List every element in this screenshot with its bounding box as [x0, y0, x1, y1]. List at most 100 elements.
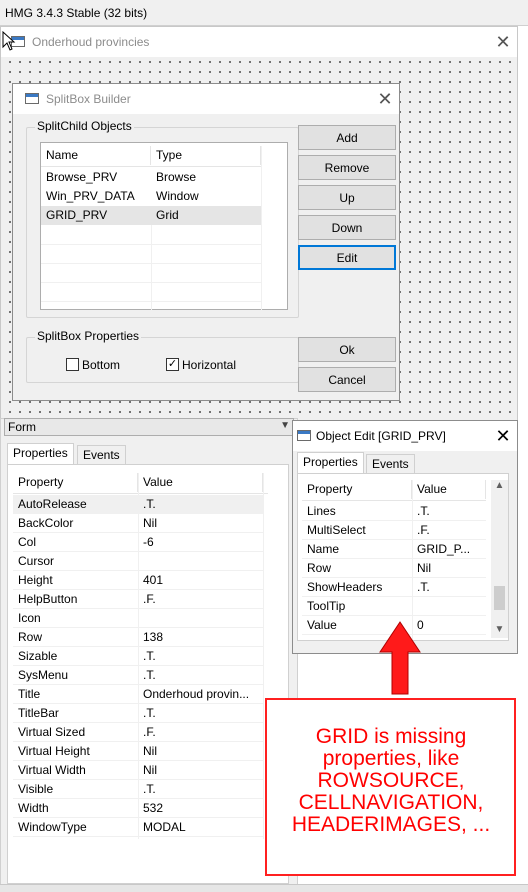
property-value[interactable] [138, 552, 263, 571]
add-button[interactable]: Add [298, 125, 396, 150]
item-name: Browse_PRV [46, 170, 118, 184]
app-title: HMG 3.4.3 Stable (32 bits) [5, 6, 148, 20]
property-name: Visible [18, 782, 54, 796]
up-button[interactable]: Up [298, 185, 396, 210]
tab-properties[interactable]: Properties [297, 452, 364, 474]
bottom-checkbox[interactable] [66, 358, 79, 371]
close-icon[interactable]: ✕ [491, 31, 515, 53]
ok-button[interactable]: Ok [298, 337, 396, 362]
remove-button[interactable]: Remove [298, 155, 396, 180]
object-combo[interactable]: Form ▼ [4, 418, 294, 436]
property-value[interactable]: Nil [138, 742, 263, 761]
object-combo-value: Form [8, 420, 36, 434]
window-icon [297, 430, 311, 441]
splitchild-list[interactable]: Name Type Browse_PRV Browse Win_PRV_DATA… [40, 142, 288, 311]
property-value[interactable]: Nil [138, 761, 263, 780]
down-button[interactable]: Down [298, 215, 396, 240]
property-value[interactable]: Onderhoud provin... [138, 685, 263, 704]
scrollbar-thumb[interactable] [494, 586, 505, 610]
form-property-grid[interactable]: Property Value AutoRelease .T. BackColor Ni… [7, 464, 289, 884]
close-icon[interactable]: ✕ [491, 425, 515, 447]
property-grid-header: Property Value [13, 473, 268, 494]
header-property[interactable]: Property [302, 480, 412, 499]
header-value[interactable]: Value [138, 473, 263, 492]
property-value[interactable]: 0 [412, 616, 486, 635]
header-name[interactable]: Name [41, 146, 151, 165]
horizontal-label[interactable]: Horizontal [182, 358, 236, 372]
splitbox-builder-dialog[interactable]: SplitBox Builder ✕ SplitChild Objects Na… [12, 83, 400, 401]
property-name: Width [18, 801, 49, 815]
property-value[interactable]: .F. [412, 521, 486, 540]
form-window-titlebar[interactable]: Onderhoud provincies ✕ [1, 27, 517, 57]
close-icon[interactable]: ✕ [373, 88, 397, 110]
header-property[interactable]: Property [13, 473, 138, 492]
property-value[interactable]: 138 [138, 628, 263, 647]
property-name: Lines [307, 504, 336, 518]
property-value[interactable]: .T. [138, 495, 263, 514]
object-edit-titlebar[interactable]: Object Edit [GRID_PRV] ✕ [293, 421, 517, 451]
property-name: WindowType [18, 820, 87, 834]
property-value[interactable]: .T. [412, 502, 486, 521]
property-value[interactable] [412, 597, 486, 616]
tab-events[interactable]: Events [77, 445, 126, 465]
property-value[interactable] [138, 609, 263, 628]
scroll-down-icon[interactable]: ▼ [491, 624, 508, 635]
property-name: TitleBar [18, 706, 59, 720]
property-value[interactable]: -6 [138, 533, 263, 552]
property-grid-header: Property Value [302, 480, 486, 501]
list-header: Name Type [41, 146, 261, 167]
list-item[interactable]: Browse_PRV Browse [41, 168, 261, 187]
property-row[interactable]: ShowHeaders .T. [302, 578, 486, 597]
splitbox-titlebar[interactable]: SplitBox Builder ✕ [13, 84, 399, 114]
mouse-cursor-icon [2, 31, 16, 51]
property-row[interactable]: Row Nil [302, 559, 486, 578]
list-item-selected[interactable]: GRID_PRV Grid [41, 206, 261, 225]
property-value[interactable]: 532 [138, 799, 263, 818]
cancel-button[interactable]: Cancel [298, 367, 396, 392]
property-name: Virtual Width [18, 763, 86, 777]
bottom-label[interactable]: Bottom [82, 358, 120, 372]
splitchild-group-title: SplitChild Objects [35, 119, 134, 133]
horizontal-checkbox[interactable]: ✓ [166, 358, 179, 371]
property-value[interactable]: 401 [138, 571, 263, 590]
property-name: SysMenu [18, 668, 69, 682]
item-name: GRID_PRV [46, 208, 108, 222]
property-row[interactable]: MultiSelect .F. [302, 521, 486, 540]
property-name: BackColor [18, 516, 74, 530]
property-value[interactable]: Nil [138, 514, 263, 533]
object-edit-title: Object Edit [GRID_PRV] [316, 429, 446, 443]
property-value[interactable]: MODAL [138, 818, 263, 837]
property-value[interactable]: GRID_P... [412, 540, 486, 559]
edit-button[interactable]: Edit [298, 245, 396, 270]
property-name: Virtual Height [18, 744, 90, 758]
property-value[interactable]: .T. [138, 666, 263, 685]
property-name: ShowHeaders [307, 580, 383, 594]
property-row[interactable]: Lines .T. [302, 502, 486, 521]
vertical-scrollbar[interactable]: ▲ ▼ [491, 480, 508, 638]
tab-events[interactable]: Events [366, 454, 415, 474]
item-name: Win_PRV_DATA [46, 189, 135, 203]
window-icon [25, 93, 39, 104]
property-value[interactable]: .F. [138, 723, 263, 742]
property-row[interactable]: Name GRID_P... [302, 540, 486, 559]
chevron-down-icon[interactable]: ▼ [280, 420, 290, 431]
property-value[interactable]: .T. [412, 578, 486, 597]
property-name: Height [18, 573, 53, 587]
property-value[interactable]: .T. [138, 780, 263, 799]
property-value[interactable]: .T. [138, 704, 263, 723]
scroll-up-icon[interactable]: ▲ [491, 480, 508, 491]
property-name: Icon [18, 611, 41, 625]
property-value[interactable]: .F. [138, 590, 263, 609]
list-item[interactable]: Win_PRV_DATA Window [41, 187, 261, 206]
header-type[interactable]: Type [151, 146, 261, 165]
tab-properties[interactable]: Properties [7, 443, 74, 465]
header-value[interactable]: Value [412, 480, 486, 499]
property-row[interactable]: ToolTip [302, 597, 486, 616]
property-name: Col [18, 535, 37, 549]
splitbox-properties-title: SplitBox Properties [35, 329, 142, 343]
property-value[interactable]: Nil [412, 559, 486, 578]
object-edit-window[interactable]: Object Edit [GRID_PRV] ✕ Properties Even… [292, 420, 518, 654]
property-value[interactable]: .T. [138, 647, 263, 666]
object-property-grid[interactable]: Property Value Lines .T. MultiSelect .F. Nam… [297, 473, 509, 641]
property-name: Cursor [18, 554, 55, 568]
